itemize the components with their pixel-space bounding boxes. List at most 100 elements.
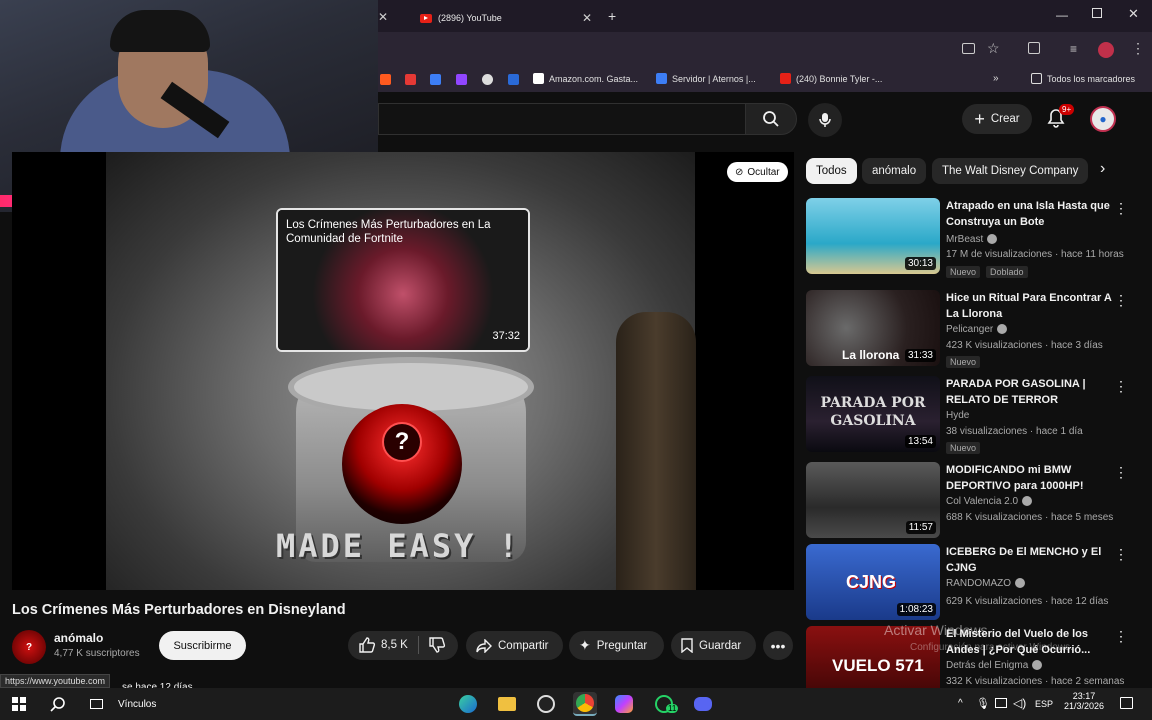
bookmark-icon-3[interactable]	[430, 74, 441, 85]
rec-meta: 17 M de visualizaciones · hace 11 horas	[946, 249, 1124, 260]
recommendation-item[interactable]: PARADA POR GASOLINA 13:54 PARADA POR GAS…	[806, 376, 1136, 454]
more-horizontal-icon: •••	[770, 637, 786, 654]
tab-close-icon[interactable]: ✕	[582, 11, 592, 25]
discord-app[interactable]	[691, 692, 715, 716]
extensions-icon[interactable]	[1028, 42, 1040, 54]
media-control-icon[interactable]: ≡	[1070, 42, 1077, 56]
notifications-button[interactable]: 9+	[1047, 104, 1075, 133]
search-button[interactable]	[745, 103, 797, 135]
recommendation-item[interactable]: CJNG 1:08:23 ICEBERG De El MENCHO y El C…	[806, 544, 1136, 622]
subscriber-count: 4,77 K suscriptores	[54, 648, 140, 659]
links-toolbar[interactable]: Vínculos	[118, 699, 156, 710]
like-button[interactable]	[358, 637, 376, 656]
openai-icon[interactable]	[482, 74, 493, 85]
task-view-icon	[89, 699, 103, 709]
rec-menu-icon[interactable]: ⋮	[1114, 628, 1128, 645]
minimize-icon[interactable]: —	[1056, 8, 1068, 22]
network-icon[interactable]	[995, 698, 1007, 708]
new-tab-icon[interactable]: +	[608, 8, 616, 24]
chip-anomalo[interactable]: anómalo	[862, 158, 927, 184]
rec-menu-icon[interactable]: ⋮	[1114, 378, 1128, 395]
task-view-button[interactable]	[84, 692, 108, 716]
clock[interactable]: 23:17 21/3/2026	[1064, 691, 1104, 711]
voice-search-button[interactable]	[808, 103, 842, 137]
ask-button[interactable]: ✦ Preguntar	[569, 631, 664, 660]
recommendation-item[interactable]: La llorona 31:33 Hice un Ritual Para Enc…	[806, 290, 1136, 368]
start-button[interactable]	[7, 692, 31, 716]
chrome-app[interactable]	[573, 692, 597, 716]
more-actions-button[interactable]: •••	[763, 631, 793, 660]
bookmark-amazon[interactable]: Amazon.com. Gasta...	[533, 73, 638, 84]
user-avatar[interactable]: ●	[1090, 106, 1116, 132]
create-button[interactable]: + Crear	[962, 104, 1032, 134]
sparkle-icon: ✦	[579, 637, 591, 653]
chip-todos[interactable]: Todos	[806, 158, 857, 184]
bookmark-icon-2[interactable]	[405, 74, 416, 85]
rec-menu-icon[interactable]: ⋮	[1114, 464, 1128, 481]
tray-overflow-icon[interactable]: ^	[958, 698, 963, 709]
chrome-icon	[576, 694, 594, 712]
hide-button[interactable]: ⊘ Ocultar	[727, 162, 788, 182]
edge-icon	[459, 695, 477, 713]
prev-tab-close-icon[interactable]: ✕	[378, 8, 388, 26]
file-explorer-app[interactable]	[495, 692, 519, 716]
dislike-button[interactable]	[428, 637, 446, 656]
clock-date: 21/3/2026	[1064, 701, 1105, 711]
rec-menu-icon[interactable]: ⋮	[1114, 200, 1128, 217]
browser-menu-icon[interactable]: ⋮	[1131, 40, 1145, 57]
search-icon	[763, 111, 779, 127]
channel-name[interactable]: anómalo	[54, 631, 103, 645]
tray-mic-icon[interactable]: 🎙	[976, 697, 990, 710]
bookmark-star-icon[interactable]: ☆	[987, 40, 1000, 57]
bookmark-all[interactable]: Todos los marcadores	[1031, 73, 1135, 84]
tab-youtube[interactable]: (2896) YouTube ✕	[420, 4, 600, 32]
rec-new-badge: Nuevo	[946, 442, 981, 454]
rec-duration: 31:33	[904, 349, 936, 362]
rec-meta: 423 K visualizaciones · hace 3 días	[946, 340, 1103, 351]
edge-app[interactable]	[456, 692, 480, 716]
rec-menu-icon[interactable]: ⋮	[1114, 292, 1128, 309]
avatar-icon: ●	[1099, 112, 1107, 126]
rec-channel: MrBeast	[946, 234, 998, 245]
bookmark-bonnie-tyler[interactable]: (240) Bonnie Tyler -...	[780, 73, 882, 84]
notification-center-icon[interactable]	[1120, 697, 1133, 709]
install-app-icon[interactable]	[962, 43, 975, 54]
restore-icon[interactable]	[1092, 8, 1102, 18]
end-screen-card[interactable]: Los Crímenes Más Perturbadores en La Com…	[276, 208, 530, 352]
rec-menu-icon[interactable]: ⋮	[1114, 546, 1128, 563]
frame-bottle	[616, 312, 696, 590]
thumb-text: CJNG	[846, 572, 897, 592]
chip-walt-disney[interactable]: The Walt Disney Company	[932, 158, 1089, 184]
profile-avatar-icon[interactable]	[1098, 42, 1114, 58]
recommendation-item[interactable]: 30:13 Atrapado en una Isla Hasta que Con…	[806, 198, 1136, 278]
obs-app[interactable]	[534, 692, 558, 716]
copilot-app[interactable]	[612, 692, 636, 716]
thumbs-up-icon	[359, 637, 376, 653]
bookmark-icon-1[interactable]	[380, 74, 391, 85]
search-taskbar-button[interactable]	[46, 692, 70, 716]
amazon-icon	[533, 73, 544, 84]
whatsapp-app[interactable]: 11	[652, 692, 679, 716]
close-window-icon[interactable]: ✕	[1128, 6, 1139, 22]
bookmark-icon-6[interactable]	[508, 74, 519, 85]
channel-avatar[interactable]: ?	[12, 630, 46, 664]
rec-thumbnail: 30:13	[806, 198, 940, 274]
rec-meta: 38 visualizaciones · hace 1 día	[946, 426, 1083, 437]
language-indicator[interactable]: ESP	[1035, 699, 1053, 709]
volume-icon[interactable]: ◁)	[1013, 696, 1026, 710]
rec-thumbnail: La llorona 31:33	[806, 290, 940, 366]
person-hair	[110, 10, 210, 52]
share-button[interactable]: Compartir	[466, 631, 563, 660]
bookmark-aternos[interactable]: Servidor | Aternos |...	[656, 73, 756, 84]
more-bookmarks-icon[interactable]: »	[993, 73, 999, 84]
recommendation-item[interactable]: 11:57 MODIFICANDO mi BMW DEPORTIVO para …	[806, 462, 1136, 540]
rec-channel-name: Detrás del Enigma	[946, 660, 1029, 671]
chevron-right-icon[interactable]: ›	[1100, 160, 1105, 178]
subscribe-button[interactable]: Suscribirme	[159, 631, 246, 660]
search-input[interactable]	[378, 103, 746, 135]
rec-channel: RANDOMAZO	[946, 578, 1025, 589]
save-button[interactable]: Guardar	[671, 631, 756, 660]
twitch-icon[interactable]	[456, 74, 467, 85]
rec-duration: 30:13	[904, 257, 936, 270]
rec-title: MODIFICANDO mi BMW DEPORTIVO para 1000HP…	[946, 464, 1084, 492]
